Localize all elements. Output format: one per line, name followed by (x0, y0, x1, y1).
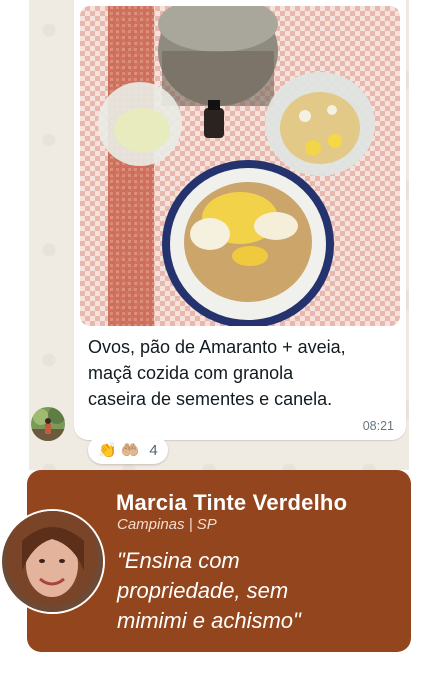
palms-together-icon: 🤲🏼 (120, 441, 140, 459)
testimonial-location: Campinas | SP (117, 516, 217, 533)
testimonial-quote: "Ensina com propriedade, sem mimimi e ac… (117, 548, 301, 633)
reaction-count: 4 (149, 441, 158, 459)
message-timestamp: 08:21 (362, 419, 394, 433)
meal-photo[interactable] (80, 6, 400, 326)
reactions-pill[interactable]: 👏 🤲🏼 4 (88, 436, 168, 464)
clapping-hands-icon: 👏 (98, 441, 117, 459)
message-caption: Ovos, pão de Amaranto + aveia, maçã cozi… (88, 337, 346, 409)
testimonial-name: Marcia Tinte Verdelho (116, 490, 348, 515)
testimonial-avatar (0, 509, 105, 614)
sender-avatar[interactable] (31, 407, 65, 441)
